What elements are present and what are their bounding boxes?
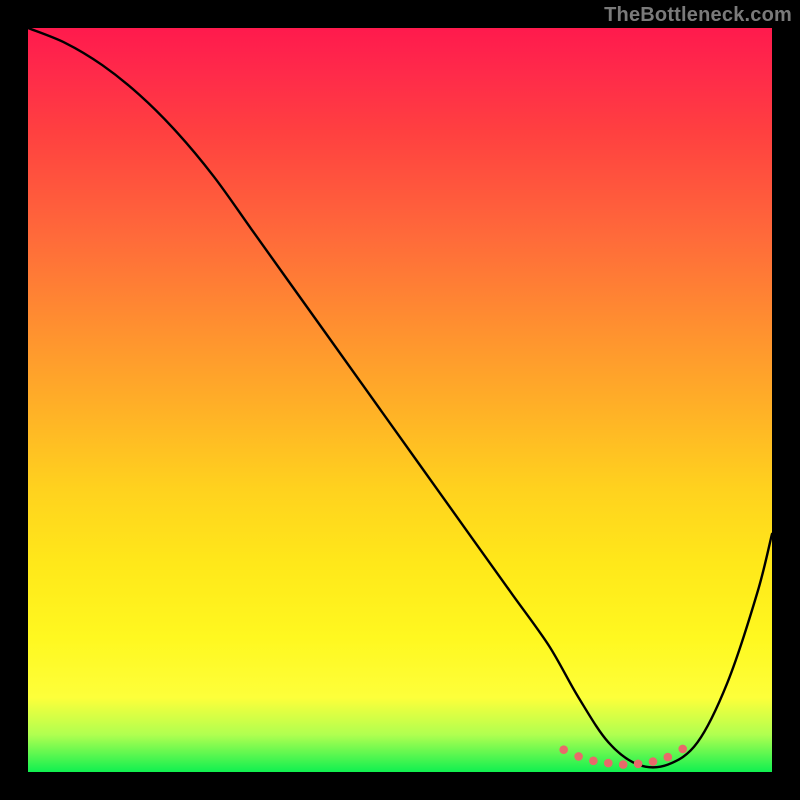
trough-marker [649, 757, 658, 766]
bottleneck-curve [28, 28, 772, 767]
trough-marker [589, 757, 598, 766]
chart-svg [28, 28, 772, 772]
trough-marker [574, 752, 583, 761]
trough-marker [678, 745, 687, 754]
trough-marker [664, 753, 673, 762]
trough-marker [604, 759, 613, 768]
trough-marker [634, 760, 643, 769]
trough-marker [559, 745, 568, 754]
trough-marker [619, 760, 628, 769]
plot-area [28, 28, 772, 772]
chart-frame: TheBottleneck.com [0, 0, 800, 800]
watermark-text: TheBottleneck.com [604, 4, 792, 27]
